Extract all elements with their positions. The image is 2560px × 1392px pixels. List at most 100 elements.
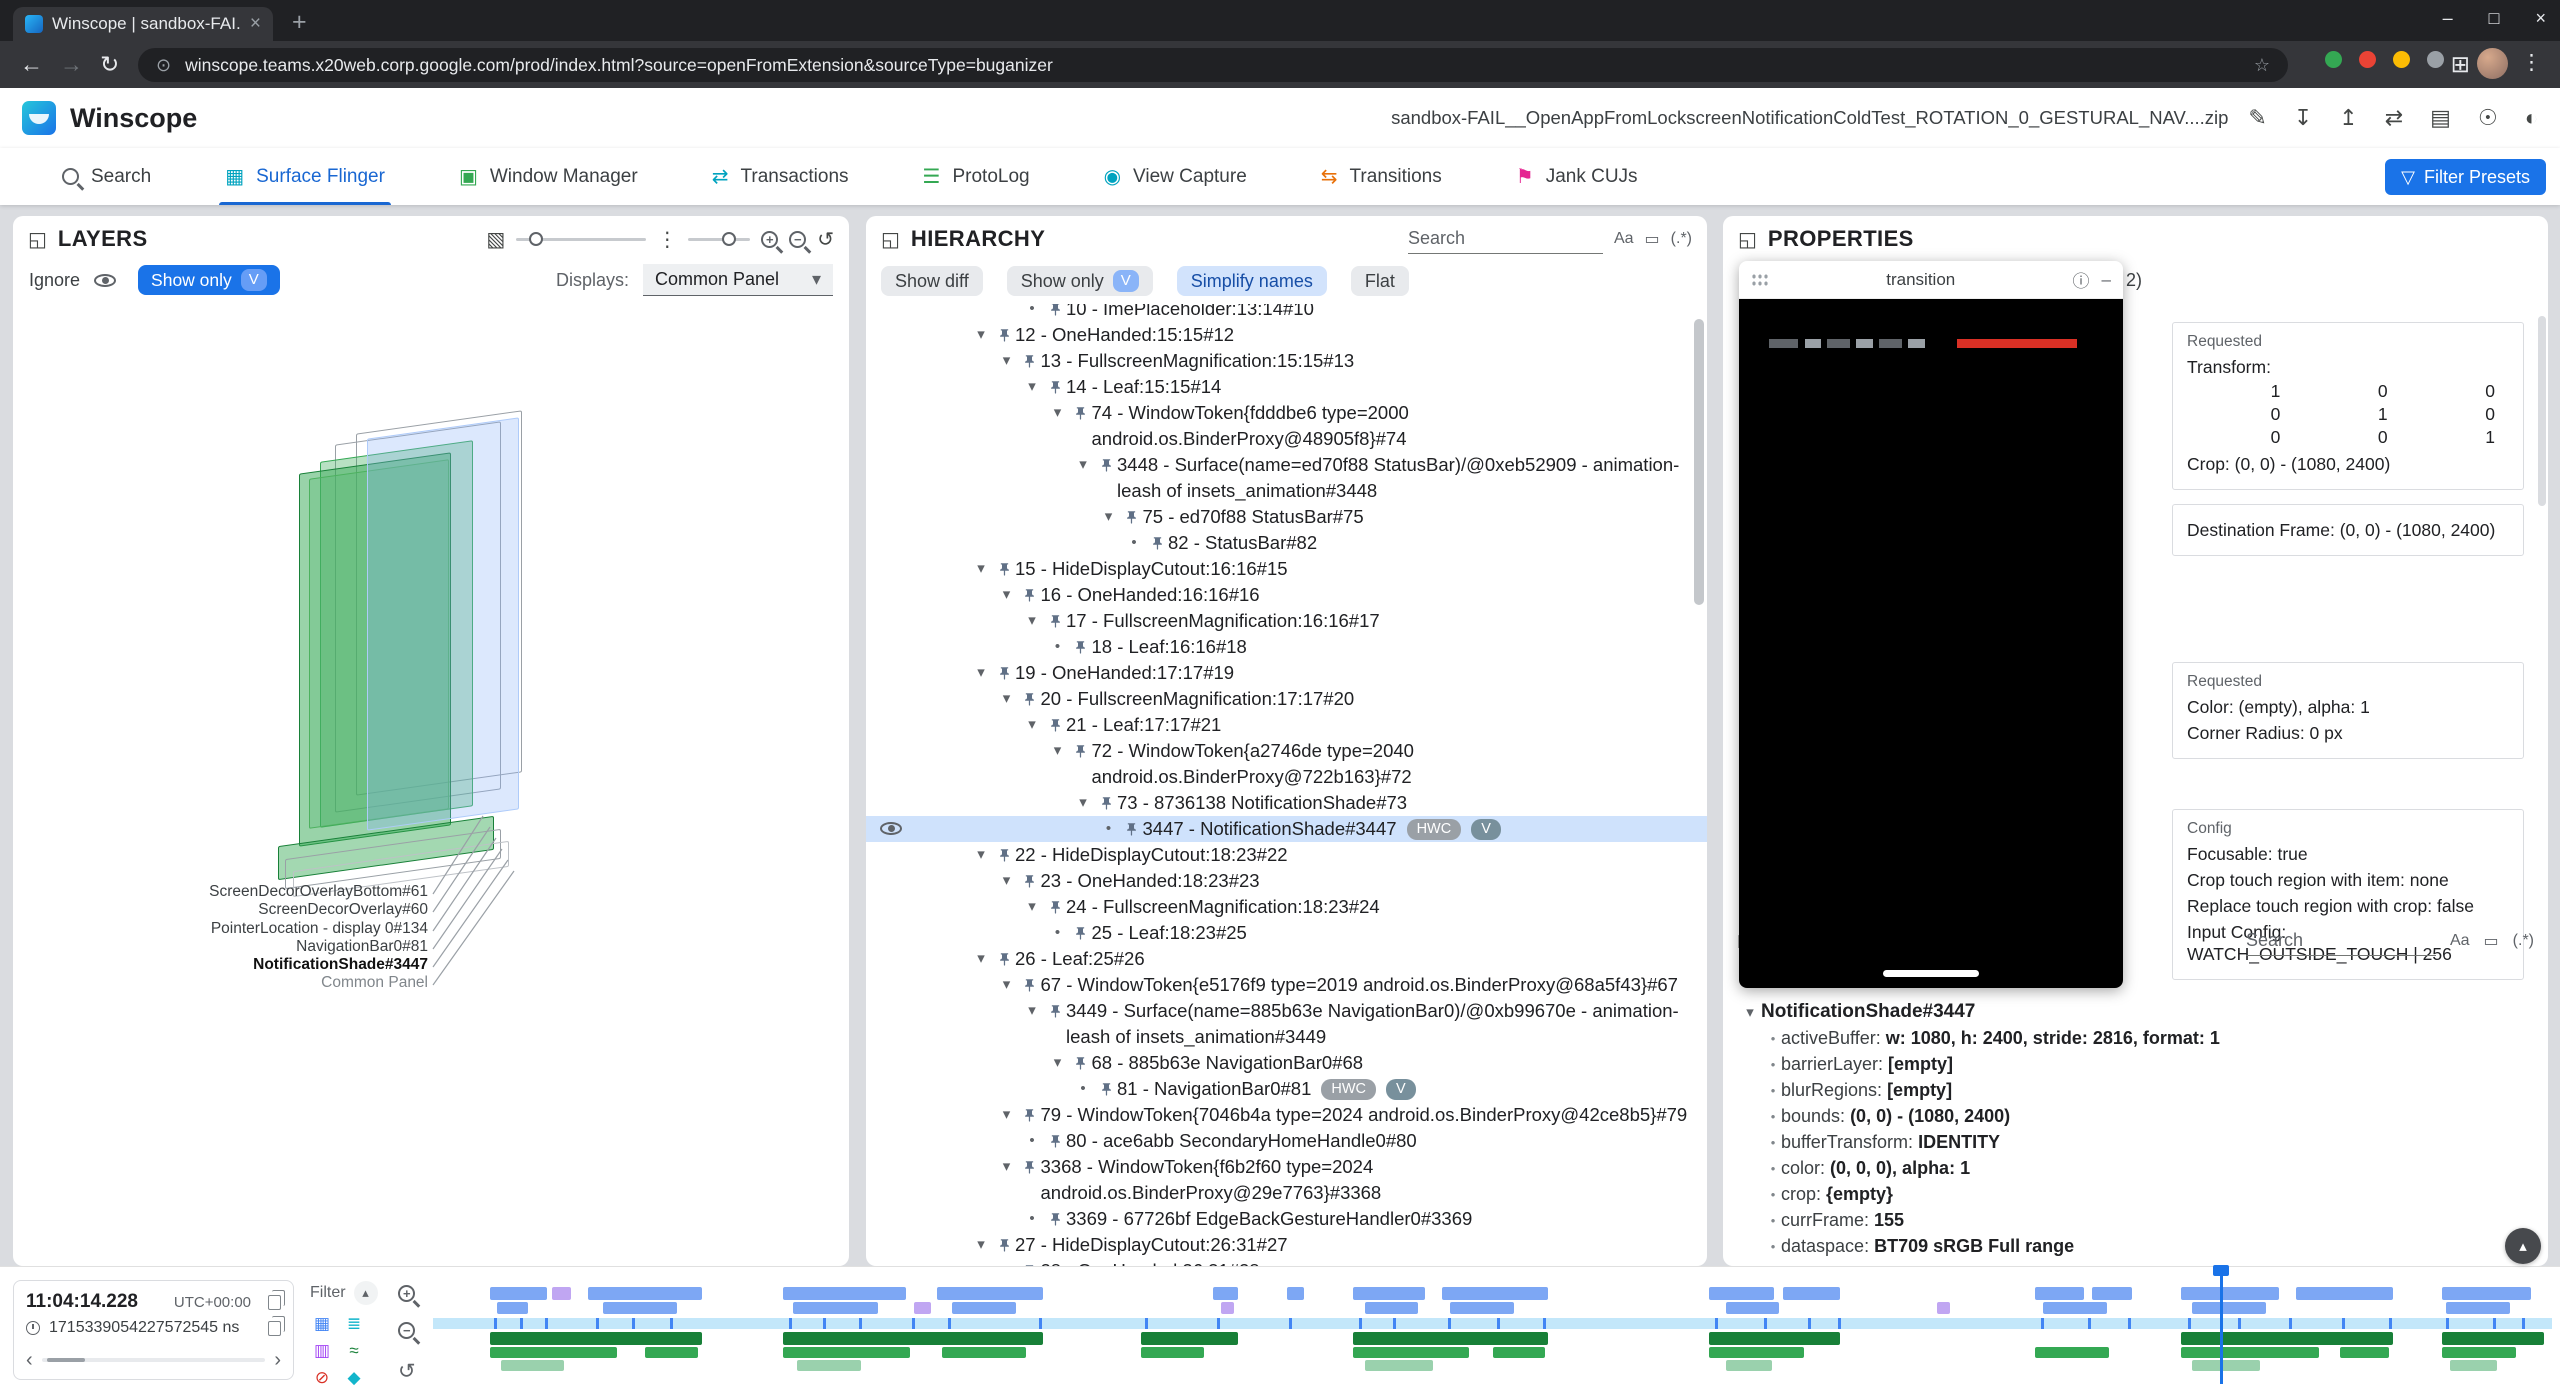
extension-icon-1[interactable] [2325, 51, 2342, 68]
expand-icon[interactable]: ▾ [1020, 894, 1044, 920]
trace-segment[interactable] [2043, 1302, 2107, 1314]
scroll-left-icon[interactable]: ‹ [26, 1349, 33, 1372]
trace-segment[interactable] [1450, 1302, 1514, 1314]
window-maximize-button[interactable]: □ [2489, 8, 2500, 29]
trace-segment[interactable] [2092, 1287, 2132, 1300]
pin-icon[interactable] [1070, 400, 1092, 426]
expand-icon[interactable]: ▾ [1046, 1050, 1070, 1076]
trace-segment[interactable] [2181, 1332, 2393, 1345]
transition-tick[interactable] [670, 1318, 673, 1329]
tree-node[interactable]: ▾27 - HideDisplayCutout:26:31#27 [866, 1232, 1707, 1258]
trace-segment[interactable] [497, 1302, 529, 1314]
tree-node[interactable]: ▾22 - HideDisplayCutout:18:23#22 [866, 842, 1707, 868]
trace-segment[interactable] [1783, 1287, 1840, 1300]
3d-view-icon[interactable]: ▧ [486, 227, 505, 252]
trace-segment[interactable] [490, 1332, 702, 1345]
trace-segment[interactable] [2340, 1347, 2389, 1358]
site-settings-icon[interactable]: ⊙ [156, 55, 171, 76]
transition-tick[interactable] [859, 1318, 862, 1329]
pin-icon[interactable] [993, 660, 1015, 686]
copy-icon[interactable] [268, 1321, 281, 1336]
trace-segment[interactable] [2450, 1360, 2497, 1371]
trace-segment[interactable] [1365, 1302, 1418, 1314]
trace-segment[interactable] [2181, 1347, 2319, 1358]
expand-icon[interactable]: ▾ [969, 1232, 993, 1258]
tab-jank-cujs[interactable]: ⚑Jank CUJs [1516, 148, 1638, 205]
pin-icon[interactable] [1019, 582, 1041, 608]
tree-node[interactable]: ▾74 - WindowToken{fdddbe6 type=2000 andr… [866, 400, 1707, 452]
match-case-icon[interactable]: Aa [2450, 932, 2470, 950]
transition-tick[interactable] [823, 1318, 826, 1329]
expand-icon[interactable]: ▾ [1046, 400, 1070, 426]
tree-node[interactable]: ▾13 - FullscreenMagnification:15:15#13 [866, 348, 1707, 374]
pin-icon[interactable] [1070, 634, 1092, 660]
pin-icon[interactable] [993, 1232, 1015, 1258]
trace-icon-disabled[interactable]: ⊘ [310, 1368, 334, 1388]
bug-icon[interactable]: ☉ [2478, 105, 2498, 131]
reset-view-icon[interactable]: ↺ [817, 227, 834, 252]
trace-segment[interactable] [2192, 1302, 2266, 1314]
tree-node[interactable]: ▾3368 - WindowToken{f6b2f60 type=2024 an… [866, 1154, 1707, 1206]
property-row[interactable]: •dataspace: BT709 sRGB Full range [1723, 1233, 2548, 1259]
trace-segment[interactable] [942, 1347, 1027, 1358]
minimize-icon[interactable]: – [2102, 270, 2111, 290]
regex-icon[interactable]: (.*) [2513, 932, 2534, 950]
screenshot-window-titlebar[interactable]: transition ⓘ – [1739, 261, 2123, 299]
regex-icon[interactable]: (.*) [1671, 230, 1692, 248]
tree-node[interactable]: ▾3449 - Surface(name=885b63e NavigationB… [866, 998, 1707, 1050]
visibility-icon[interactable] [880, 822, 902, 840]
pin-icon[interactable] [1044, 894, 1066, 920]
expand-icon[interactable]: ▾ [1097, 504, 1121, 530]
browser-menu-icon[interactable]: ⋮ [2521, 50, 2542, 75]
transition-tick[interactable] [2188, 1318, 2191, 1329]
expand-icon[interactable]: ▾ [995, 972, 1019, 998]
trace-segment[interactable] [2442, 1332, 2544, 1345]
layer-label[interactable]: NotificationShade#3447 [13, 956, 428, 974]
tree-node[interactable]: •82 - StatusBar#82 [866, 530, 1707, 556]
collapse-layers-icon[interactable]: ◱ [28, 227, 47, 252]
property-row[interactable]: •color: (0, 0, 0), alpha: 1 [1723, 1155, 2548, 1181]
hierarchy-search-input[interactable] [1408, 228, 1603, 249]
extensions-puzzle-icon[interactable]: ⊞ [2451, 51, 2470, 78]
tree-node[interactable]: ▾68 - 885b63e NavigationBar0#68 [866, 1050, 1707, 1076]
tree-node[interactable]: ▾3448 - Surface(name=ed70f88 StatusBar)/… [866, 452, 1707, 504]
tree-node[interactable]: ▾72 - WindowToken{a2746de type=2040 andr… [866, 738, 1707, 790]
pin-icon[interactable] [1070, 738, 1092, 764]
transition-tick[interactable] [1217, 1318, 1220, 1329]
tree-node[interactable]: ▾26 - Leaf:25#26 [866, 946, 1707, 972]
transition-tick[interactable] [632, 1318, 635, 1329]
upload-icon[interactable]: ↥ [2339, 105, 2357, 131]
transition-tick[interactable] [494, 1318, 497, 1329]
expand-icon[interactable]: ▾ [995, 1258, 1019, 1266]
expand-icon[interactable]: ▾ [1020, 374, 1044, 400]
property-row[interactable]: •bounds: (0, 0) - (1080, 2400) [1723, 1103, 2548, 1129]
trace-segment[interactable] [1709, 1332, 1840, 1345]
drag-handle-icon[interactable] [1751, 273, 1769, 287]
trace-segment[interactable] [914, 1302, 931, 1314]
trace-icon-transitions[interactable]: ◆ [342, 1368, 366, 1388]
zoom-in-icon[interactable]: + [761, 231, 778, 248]
tree-node[interactable]: •3369 - 67726bf EdgeBackGestureHandler0#… [866, 1206, 1707, 1232]
pin-icon[interactable] [1095, 452, 1117, 478]
pin-icon[interactable] [1044, 304, 1066, 322]
timeline-fit-icon[interactable]: ↺ [398, 1359, 416, 1384]
tab-transactions[interactable]: ⇄Transactions [712, 148, 849, 205]
screenshot-window[interactable]: transition ⓘ – [1739, 261, 2123, 988]
pin-icon[interactable] [1121, 504, 1143, 530]
trace-segment[interactable] [1726, 1302, 1779, 1314]
download-icon[interactable]: ↧ [2294, 105, 2312, 131]
filter-presets-button[interactable]: ▽ Filter Presets [2385, 159, 2546, 195]
transition-tick[interactable] [2289, 1318, 2292, 1329]
trace-segment[interactable] [783, 1347, 910, 1358]
layer-rect-blue[interactable] [367, 417, 519, 830]
transition-tick[interactable] [789, 1318, 792, 1329]
transition-tick[interactable] [1838, 1318, 1841, 1329]
tree-node[interactable]: ▾15 - HideDisplayCutout:16:16#15 [866, 556, 1707, 582]
edit-icon[interactable]: ✎ [2248, 105, 2266, 131]
match-case-icon[interactable]: Aa [1614, 230, 1634, 248]
transition-tick[interactable] [1393, 1318, 1396, 1329]
pin-icon[interactable] [1095, 790, 1117, 816]
theme-icon[interactable]: ◐ [2525, 105, 2538, 131]
profile-avatar[interactable] [2477, 48, 2508, 79]
pin-icon[interactable] [1070, 920, 1092, 946]
